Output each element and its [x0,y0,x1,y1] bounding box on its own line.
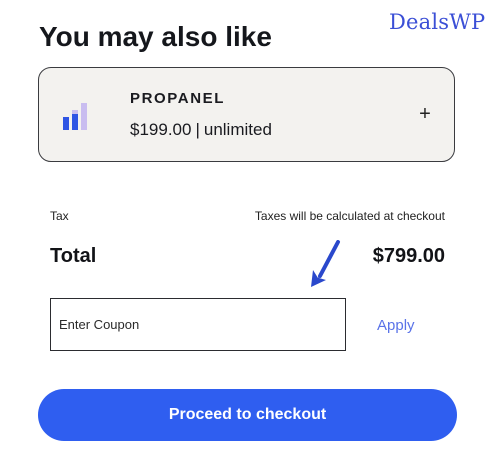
plus-icon: + [419,103,431,125]
apply-coupon-link[interactable]: Apply [377,317,415,334]
product-price-line: $199.00 | unlimited [130,120,272,140]
total-value: $799.00 [372,245,445,267]
upsell-product-card: PROPANEL $199.00 | unlimited + [38,67,455,162]
tax-label: Tax [50,209,69,223]
dealswp-watermark: DealsWP [389,10,486,34]
product-price: $199.00 [130,120,192,139]
product-license: unlimited [203,120,272,139]
upsell-title: You may also like [39,21,272,52]
bar-chart-icon [61,100,91,130]
add-product-button[interactable]: + [416,103,434,125]
pointer-arrow-icon [311,240,340,287]
price-separator: | [195,120,200,139]
tax-value: Taxes will be calculated at checkout [254,209,445,223]
proceed-to-checkout-button[interactable]: Proceed to checkout [38,389,457,441]
product-name: PROPANEL [130,90,226,107]
total-label: Total [50,245,97,267]
coupon-input[interactable] [50,298,346,351]
